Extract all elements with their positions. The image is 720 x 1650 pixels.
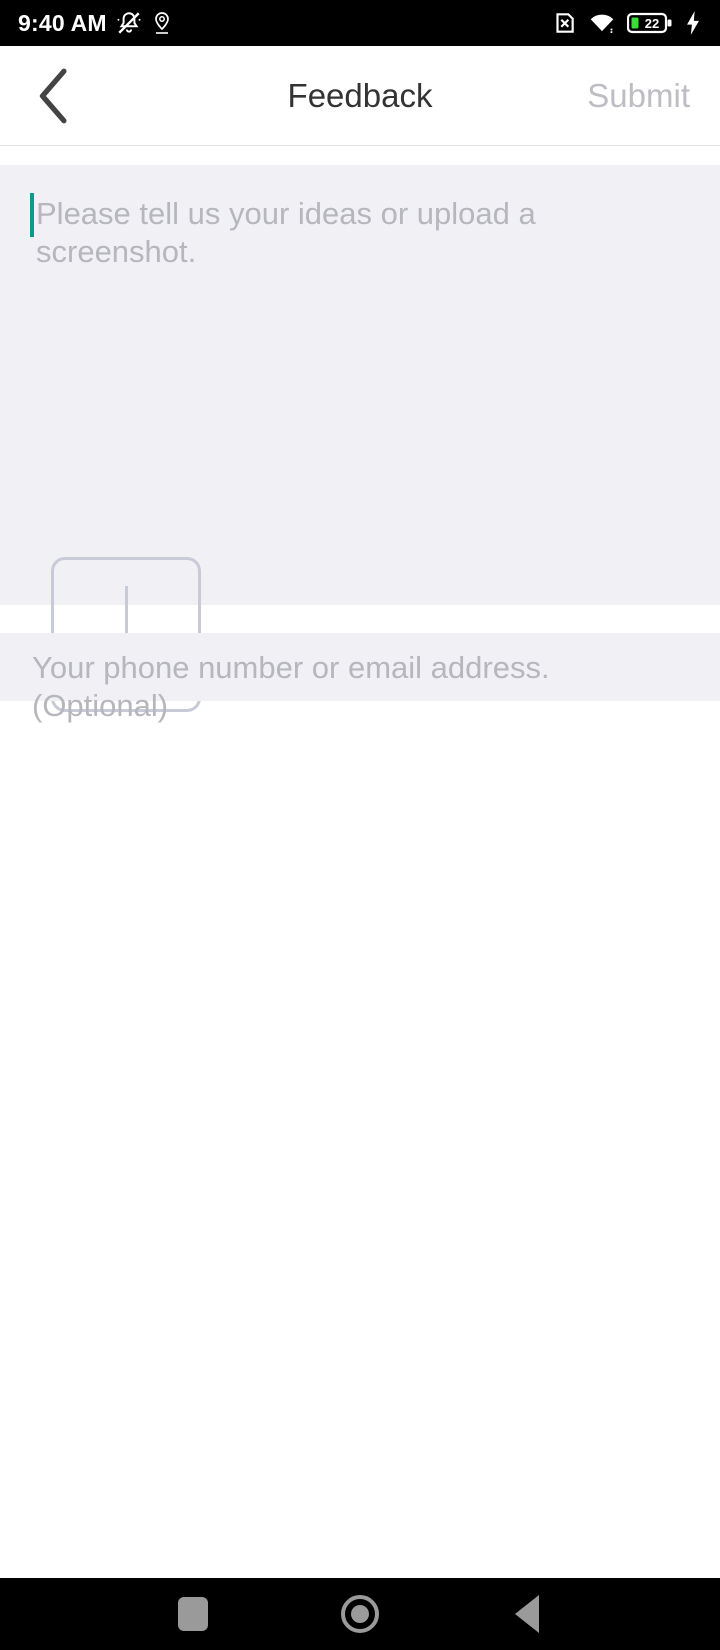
square-icon (178, 1597, 209, 1631)
status-bar-left: 9:40 AM (18, 10, 173, 36)
submit-button[interactable]: Submit (587, 77, 690, 115)
nav-home-button[interactable] (320, 1578, 400, 1650)
circle-icon (340, 1595, 379, 1633)
chevron-left-icon (39, 68, 67, 123)
feedback-placeholder: Please tell us your ideas or upload a sc… (36, 196, 536, 269)
battery-level-text: 22 (645, 16, 659, 31)
status-bar: 9:40 AM 22 (0, 0, 720, 46)
feedback-panel: Please tell us your ideas or upload a sc… (0, 165, 720, 712)
nav-recents-button[interactable] (153, 1578, 233, 1650)
contact-panel[interactable]: Your phone number or email address. (Opt… (0, 633, 720, 723)
feedback-textarea[interactable]: Please tell us your ideas or upload a sc… (0, 165, 720, 271)
charging-bolt-icon (687, 11, 699, 35)
contact-placeholder: Your phone number or email address. (Opt… (32, 650, 550, 723)
battery-icon: 22 (627, 12, 672, 34)
wifi-icon (590, 14, 614, 34)
text-cursor (30, 193, 34, 237)
system-nav-bar (0, 1578, 720, 1650)
no-sim-card-icon (556, 13, 574, 33)
location-pin-icon (154, 12, 169, 34)
app-header: Feedback Submit (0, 46, 720, 146)
bell-slash-icon (117, 12, 141, 34)
phone-screen: 9:40 AM 22 Feedback Submit Please tell u… (0, 0, 720, 1650)
nav-back-button[interactable] (487, 1578, 567, 1650)
triangle-left-icon (514, 1595, 539, 1633)
status-bar-right: 22 (551, 10, 702, 36)
back-button[interactable] (0, 46, 100, 146)
status-bar-clock: 9:40 AM (18, 9, 107, 36)
